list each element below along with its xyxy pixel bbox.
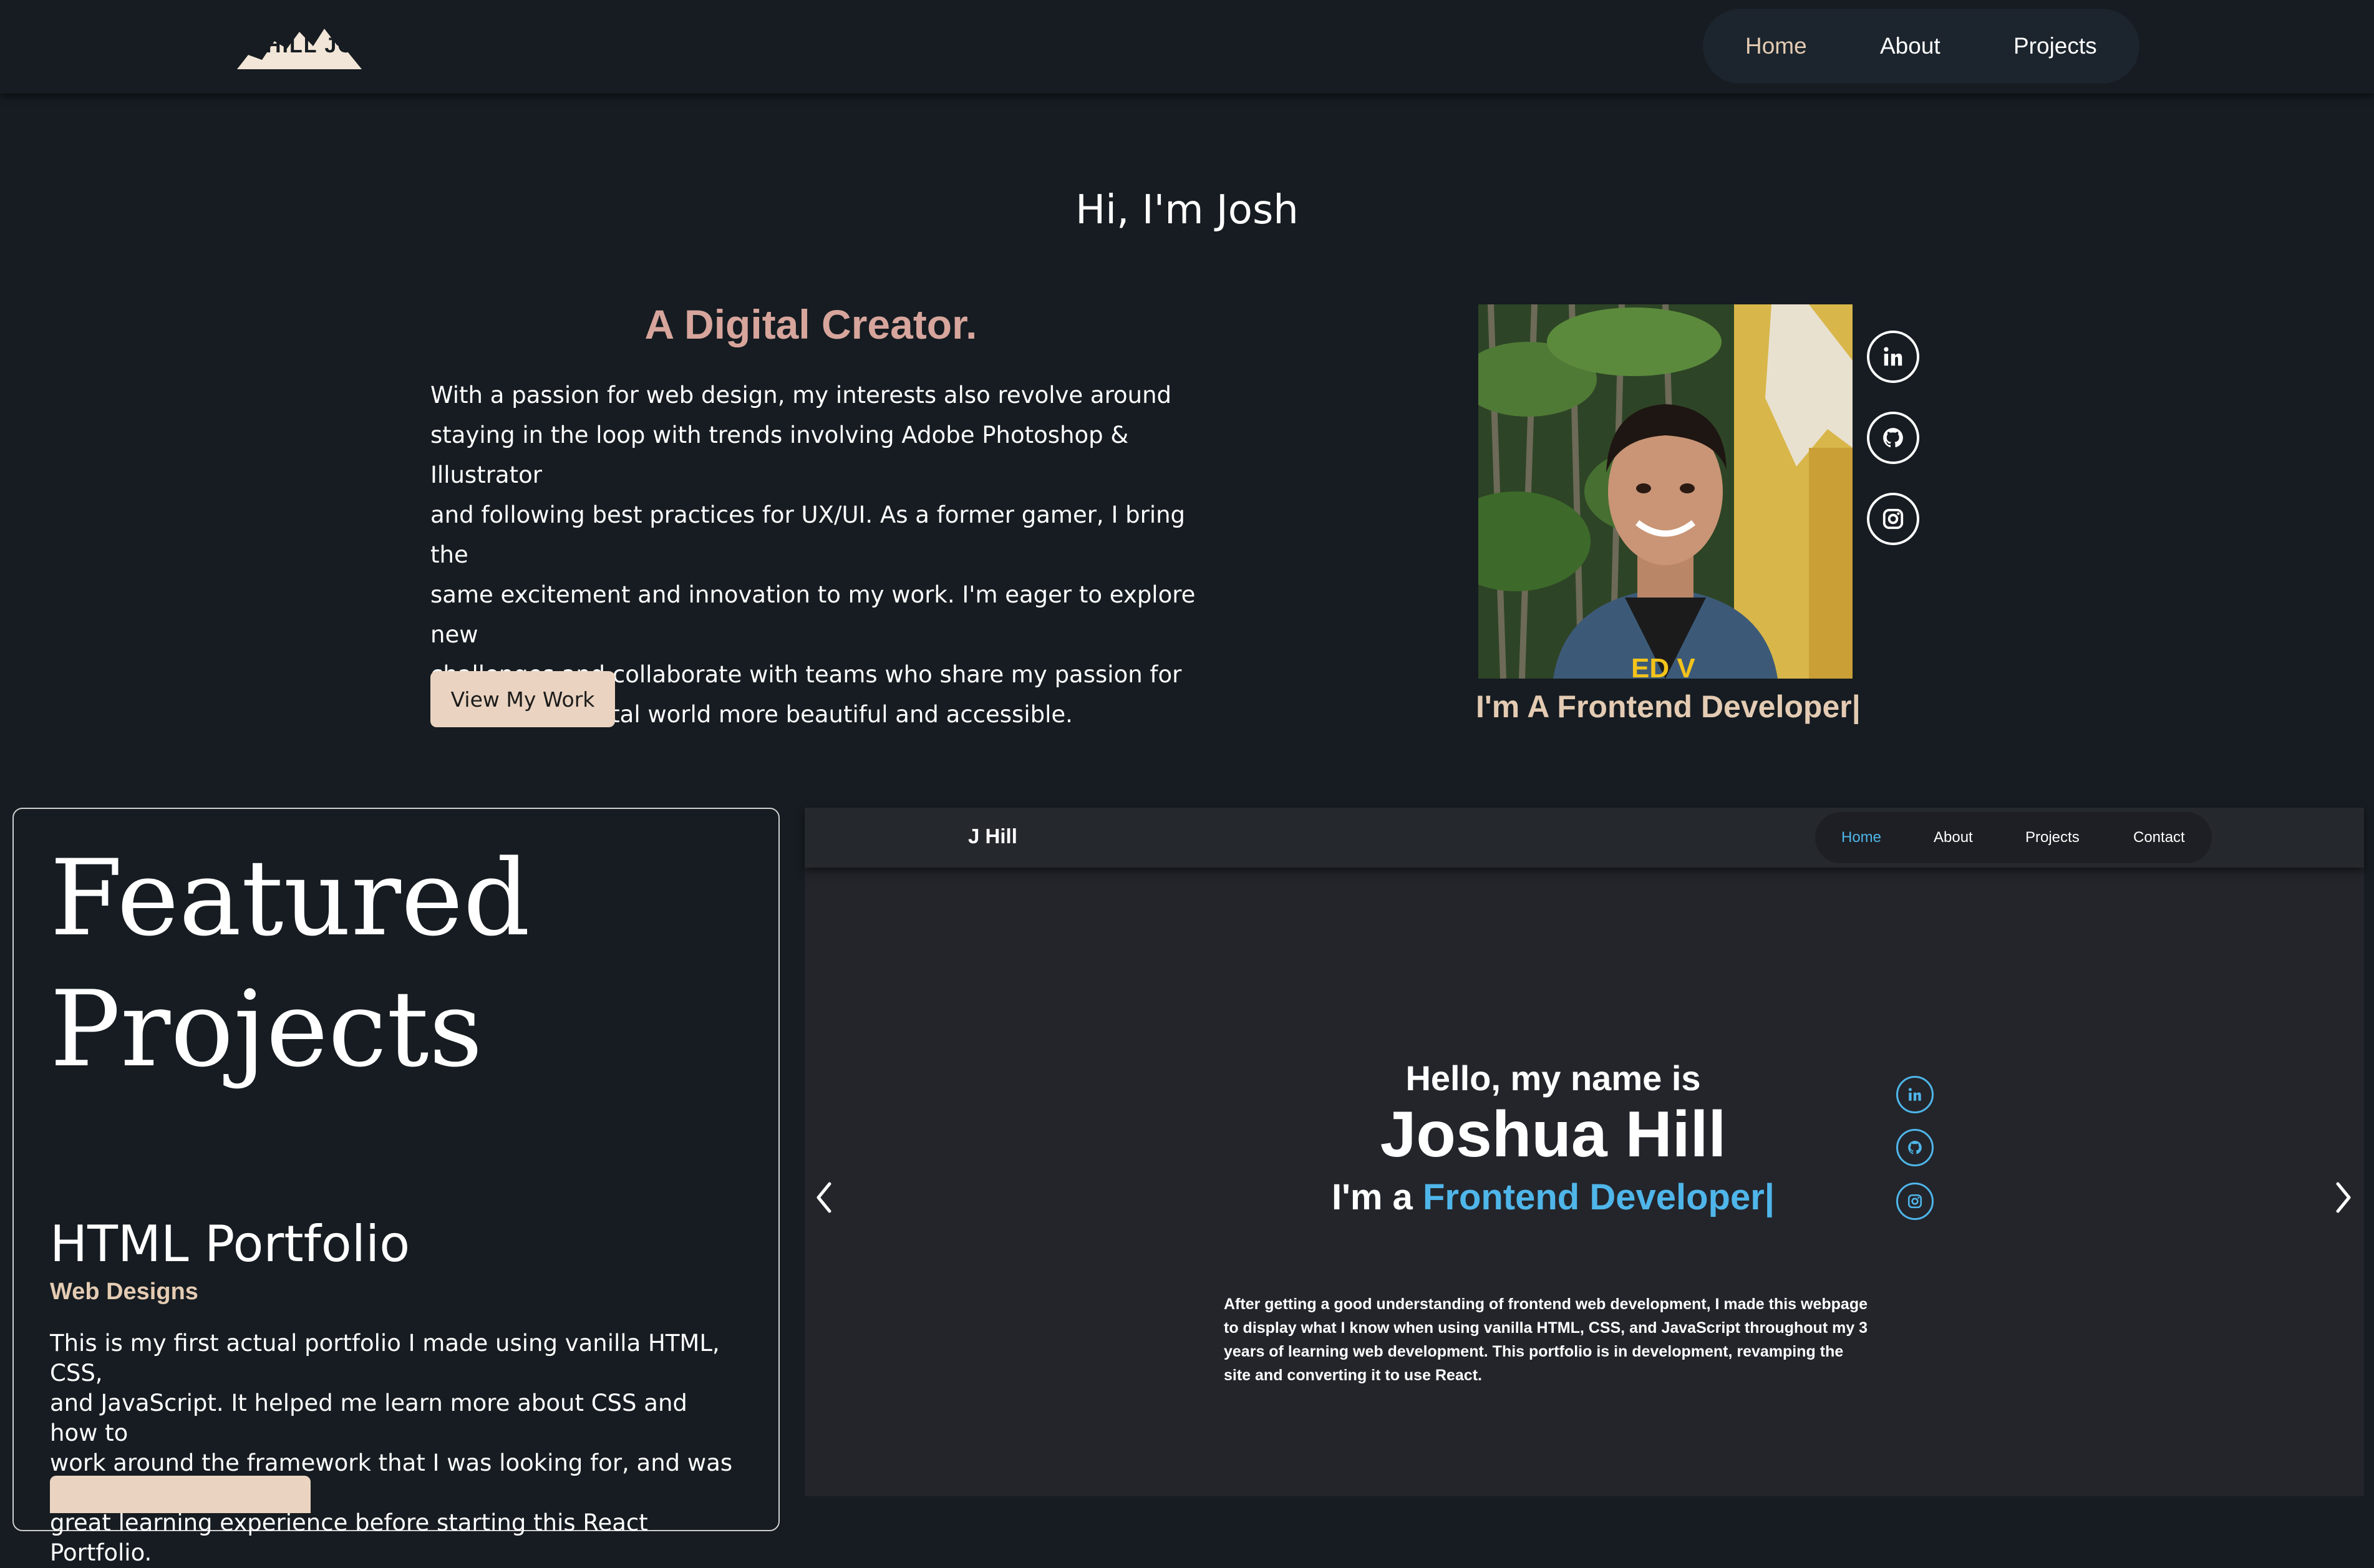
preview-nav-home: Home xyxy=(1841,829,1882,846)
preview-github xyxy=(1896,1129,1934,1166)
hero-typed-role: I'm A Frontend Developer| xyxy=(1476,689,1861,724)
project-description-line: This is my first actual portfolio I made… xyxy=(50,1330,720,1387)
view-my-work-button[interactable]: View My Work xyxy=(430,671,615,727)
preview-description-line: After getting a good understanding of fr… xyxy=(1224,1295,1868,1313)
instagram-link[interactable] xyxy=(1867,493,1919,545)
featured-heading-line: Featured xyxy=(50,837,530,959)
preview-name: Joshua Hill xyxy=(1380,1098,1727,1171)
nav-about[interactable]: About xyxy=(1880,9,1940,84)
github-icon xyxy=(1908,1141,1922,1154)
preview-description-line: to display what I know when using vanill… xyxy=(1224,1319,1868,1337)
project-description-line: and JavaScript. It helped me learn more … xyxy=(50,1390,687,1446)
preview-linkedin xyxy=(1896,1076,1934,1113)
chevron-right-icon xyxy=(2336,1182,2351,1213)
preview-role: I'm a Frontend Developer| xyxy=(1304,1176,1803,1218)
hero-greeting: Hi, I'm Josh xyxy=(1075,187,1299,233)
logo-text: HILL JOSHUA xyxy=(266,34,362,57)
shirt-print-text: ED V xyxy=(1631,653,1695,679)
site-logo[interactable]: HILL JOSHUA xyxy=(237,16,419,72)
preview-nav-about: About xyxy=(1934,829,1973,846)
preview-description-line: site and converting it to use React. xyxy=(1224,1367,1482,1384)
nav-projects[interactable]: Projects xyxy=(2013,9,2097,84)
profile-photo: ED V xyxy=(1478,304,1853,679)
hero-bio-line: same excitement and innovation to my wor… xyxy=(430,581,1196,648)
preview-role-accent: Frontend Developer| xyxy=(1422,1177,1775,1217)
instagram-icon xyxy=(1882,508,1904,530)
hero-headline: A Digital Creator. xyxy=(644,301,977,347)
instagram-icon xyxy=(1907,1194,1922,1209)
preview-description: After getting a good understanding of fr… xyxy=(1224,1292,1891,1387)
hero-bio-line: staying in the loop with trends involvin… xyxy=(430,422,1129,488)
nav-home[interactable]: Home xyxy=(1745,9,1807,84)
featured-heading-line: Projects xyxy=(50,968,483,1090)
preview-hello: Hello, my name is xyxy=(1405,1058,1701,1098)
preview-instagram xyxy=(1896,1183,1934,1220)
project-action-button[interactable] xyxy=(50,1476,311,1513)
logo-mark: HILL JOSHUA xyxy=(237,29,419,69)
carousel-prev-button[interactable] xyxy=(806,1169,843,1226)
preview-description-line: years of learning web development. This … xyxy=(1224,1343,1844,1360)
carousel-next-button[interactable] xyxy=(2324,1169,2362,1226)
github-icon xyxy=(1883,428,1903,448)
hero-bio-line: With a passion for web design, my intere… xyxy=(430,382,1172,409)
preview-role-prefix: I'm a xyxy=(1331,1177,1423,1217)
project-title: HTML Portfolio xyxy=(50,1215,410,1273)
preview-nav-contact: Contact xyxy=(2133,829,2185,846)
project-description: This is my first actual portfolio I made… xyxy=(50,1328,736,1568)
profile-photo-illustration: ED V xyxy=(1478,304,1853,679)
github-link[interactable] xyxy=(1867,412,1919,464)
linkedin-icon xyxy=(1908,1088,1921,1101)
project-subtitle: Web Designs xyxy=(50,1279,198,1305)
hero-bio-line: and following best practices for UX/UI. … xyxy=(430,501,1186,568)
preview-logo: J Hill xyxy=(968,825,1017,848)
project-description-line: great learning experience before startin… xyxy=(50,1509,648,1566)
preview-nav-projects: Projects xyxy=(2025,829,2080,846)
chevron-left-icon xyxy=(816,1182,831,1213)
featured-projects-heading: Featured Projects xyxy=(50,833,736,1095)
linkedin-icon xyxy=(1884,347,1902,366)
linkedin-link[interactable] xyxy=(1867,331,1919,383)
